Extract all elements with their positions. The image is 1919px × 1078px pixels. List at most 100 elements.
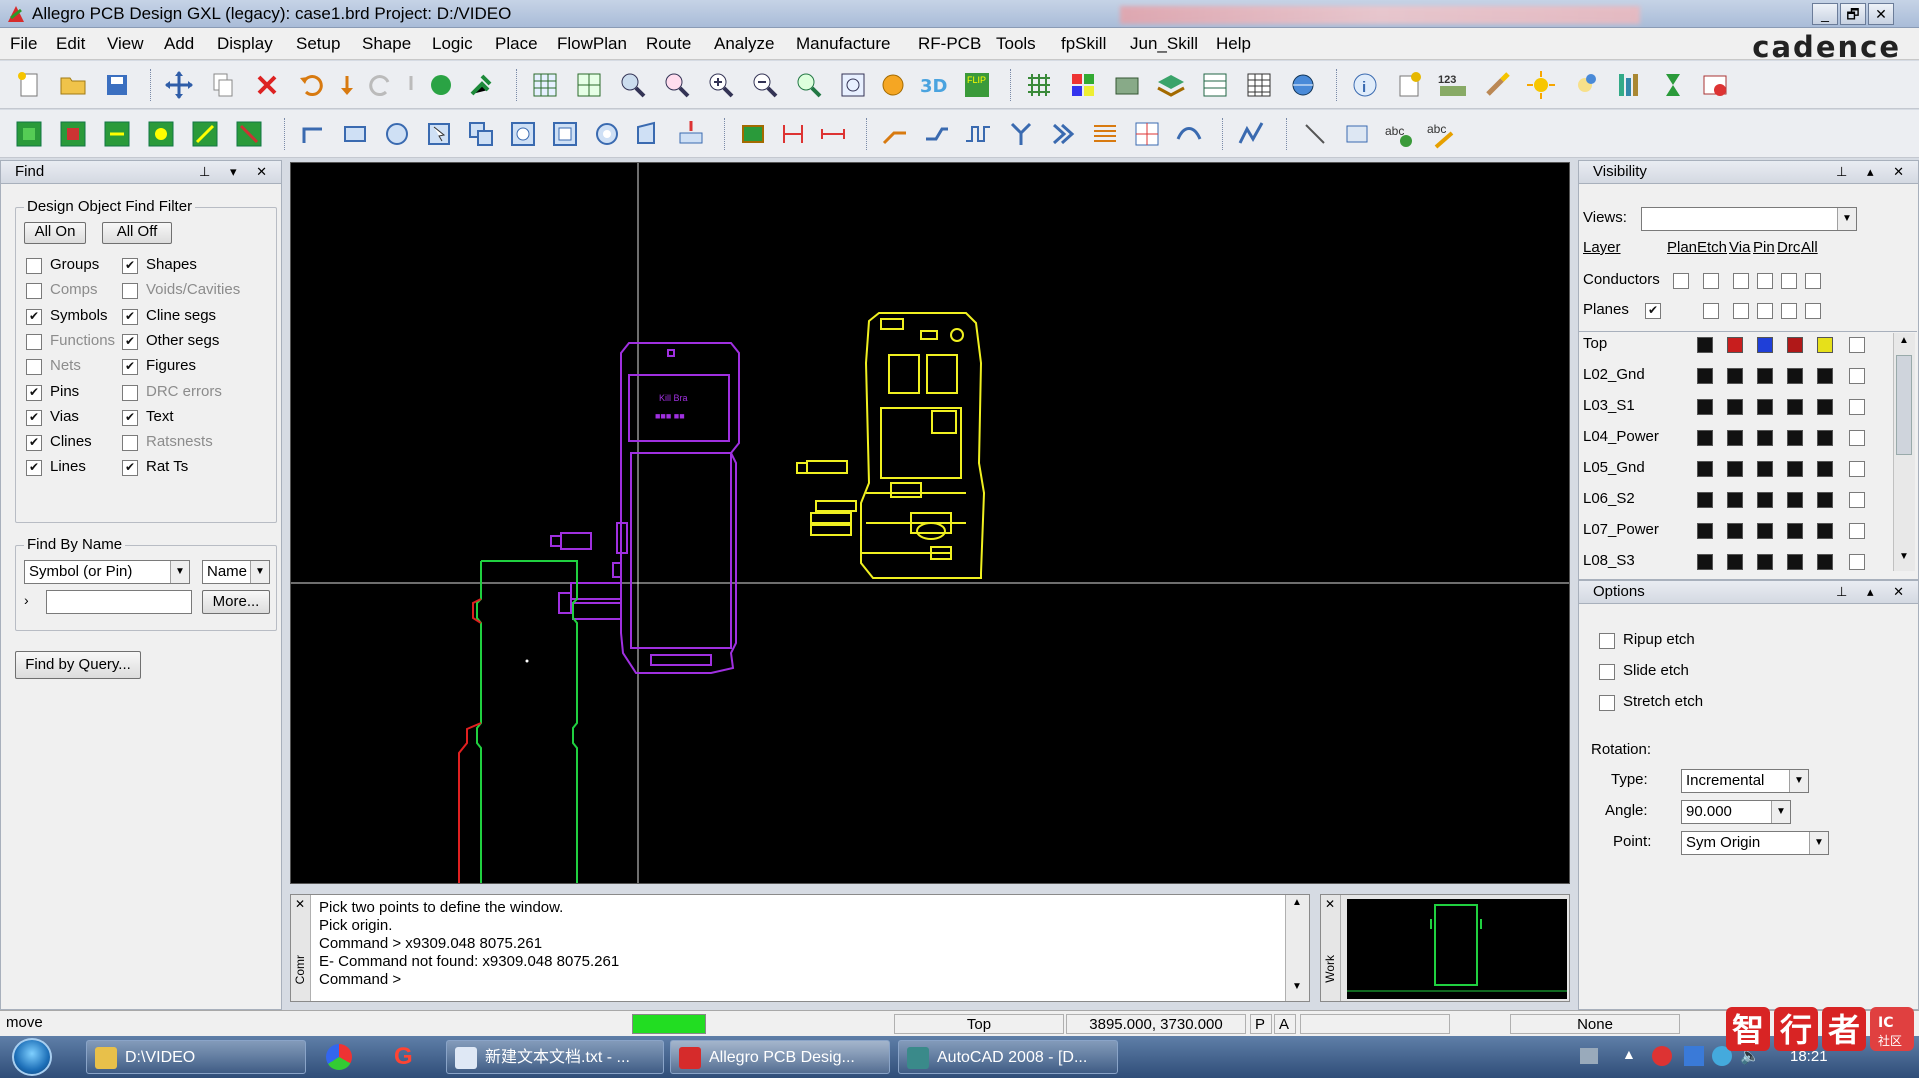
layer-all-checkbox[interactable] [1849, 554, 1865, 570]
shadow-icon[interactable] [1110, 68, 1144, 102]
start-button[interactable] [12, 1038, 52, 1076]
visibility-column-pin[interactable]: Pin [1753, 239, 1775, 256]
manual-void-icon[interactable] [674, 117, 708, 151]
route-grid-icon[interactable] [1130, 117, 1164, 151]
command-console[interactable]: ✕ Comr Pick two points to define the win… [290, 894, 1310, 1002]
slide-icon[interactable] [920, 117, 954, 151]
visibility-column-layer[interactable]: Layer [1583, 239, 1621, 256]
layer-color-swatch[interactable] [1817, 337, 1833, 353]
board-outline-purple[interactable]: Kill Bra ■■■ ■■ [550, 342, 740, 674]
scroll-thumb[interactable] [1896, 355, 1912, 455]
add-circle-icon[interactable] [380, 117, 414, 151]
layer-color-swatch[interactable] [1727, 368, 1743, 384]
grid-toggle-icon[interactable] [1022, 68, 1056, 102]
layer-color-swatch[interactable] [1697, 399, 1713, 415]
layer-color-swatch[interactable] [1697, 430, 1713, 446]
layer-color-swatch[interactable] [1727, 492, 1743, 508]
grid-icon[interactable] [528, 68, 562, 102]
minimize-button[interactable]: _ [1812, 3, 1838, 25]
pin-icon[interactable] [464, 68, 498, 102]
planes-checkbox-2[interactable] [1733, 303, 1749, 319]
layer-top-icon[interactable] [12, 117, 46, 151]
globe-icon[interactable] [1286, 68, 1320, 102]
tray-app-icon[interactable] [1652, 1046, 1672, 1066]
conductors-checkbox-5[interactable] [1805, 273, 1821, 289]
layer-color-swatch[interactable] [1817, 554, 1833, 570]
board-outline-yellow[interactable] [796, 312, 986, 579]
slide-etch-checkbox[interactable] [1599, 664, 1615, 680]
layer-color-swatch[interactable] [1817, 430, 1833, 446]
visibility-column-plan[interactable]: Plan [1667, 239, 1697, 256]
move-icon[interactable] [162, 68, 196, 102]
menu-help[interactable]: Help [1216, 34, 1251, 54]
menu-flowplan[interactable]: FlowPlan [557, 34, 627, 54]
filter-checkbox-text[interactable] [122, 409, 138, 426]
zoom-previous-icon[interactable] [792, 68, 826, 102]
planes-checkbox-4[interactable] [1781, 303, 1797, 319]
menu-analyze[interactable]: Analyze [714, 34, 774, 54]
layer-color-swatch[interactable] [1817, 461, 1833, 477]
menu-place[interactable]: Place [495, 34, 538, 54]
more-button[interactable]: More... [202, 590, 270, 614]
layer-color-swatch[interactable] [1697, 461, 1713, 477]
auto-route-icon[interactable] [1046, 117, 1080, 151]
layer-color-swatch[interactable] [1697, 523, 1713, 539]
visibility-column-via[interactable]: Via [1729, 239, 1750, 256]
filter-checkbox-clines[interactable] [26, 435, 42, 452]
layer-color-swatch[interactable] [1757, 399, 1773, 415]
scroll-up-icon[interactable]: ▲ [1896, 335, 1912, 351]
planes-checkbox-5[interactable] [1805, 303, 1821, 319]
filter-checkbox-cline-segs[interactable] [122, 308, 138, 325]
layer-color-swatch[interactable] [1817, 399, 1833, 415]
panel-controls[interactable]: ⊥ ▾ ✕ [199, 161, 275, 183]
layer-all-checkbox[interactable] [1849, 337, 1865, 353]
layer-place-icon[interactable] [232, 117, 266, 151]
close-icon[interactable]: ✕ [1325, 897, 1335, 911]
command-prompt[interactable]: Command > [319, 971, 401, 988]
planes-checkbox-0[interactable] [1645, 303, 1661, 319]
all-off-button[interactable]: All Off [102, 222, 172, 244]
save-icon[interactable] [100, 68, 134, 102]
all-on-button[interactable]: All On [24, 222, 86, 244]
filter-checkbox-shapes[interactable] [122, 258, 138, 274]
task-allegro[interactable]: Allegro PCB Desig... [670, 1040, 890, 1074]
layer-bottom-icon[interactable] [56, 117, 90, 151]
redo-icon[interactable] [364, 68, 398, 102]
find-name-select[interactable]: Name ▼ [202, 560, 270, 584]
spreadsheet-icon[interactable] [1242, 68, 1276, 102]
close-icon[interactable]: ✕ [295, 897, 305, 911]
layer-color-swatch[interactable] [1727, 461, 1743, 477]
edit-boundary-icon[interactable] [632, 117, 666, 151]
layer-scrollbar[interactable]: ▲ ▼ [1893, 333, 1915, 571]
select-shape-icon[interactable] [422, 117, 456, 151]
numbering-icon[interactable]: 123 [1436, 68, 1470, 102]
add-line-icon[interactable] [296, 117, 330, 151]
layer-all-checkbox[interactable] [1849, 523, 1865, 539]
layer-color-swatch[interactable] [1787, 337, 1803, 353]
layer-all-checkbox[interactable] [1849, 430, 1865, 446]
layer-color-swatch[interactable] [1787, 399, 1803, 415]
layer-all-checkbox[interactable] [1849, 399, 1865, 415]
fanout-icon[interactable] [1004, 117, 1038, 151]
filter-checkbox-figures[interactable] [122, 359, 138, 376]
open-folder-icon[interactable] [56, 68, 90, 102]
task-notepad[interactable]: 新建文本文档.txt - ... [446, 1040, 664, 1074]
task-explorer[interactable]: D:\VIDEO [86, 1040, 306, 1074]
layer-color-swatch[interactable] [1697, 554, 1713, 570]
angle-select[interactable]: 90.000 ▼ [1681, 800, 1791, 824]
menu-edit[interactable]: Edit [56, 34, 85, 54]
keyboard-icon[interactable] [1580, 1048, 1598, 1064]
add-diag-line-icon[interactable] [1298, 117, 1332, 151]
layer-color-swatch[interactable] [1727, 554, 1743, 570]
menu-view[interactable]: View [107, 34, 144, 54]
menu-jun-skill[interactable]: Jun_Skill [1130, 34, 1198, 54]
menu-manufacture[interactable]: Manufacture [796, 34, 891, 54]
menu-file[interactable]: File [10, 34, 37, 54]
dimension-linear-icon[interactable] [816, 117, 850, 151]
delete-icon[interactable] [250, 68, 284, 102]
undo-icon[interactable] [294, 68, 328, 102]
layer-color-swatch[interactable] [1787, 461, 1803, 477]
planes-checkbox-1[interactable] [1703, 303, 1719, 319]
void-circle-icon[interactable] [506, 117, 540, 151]
shape-icon[interactable] [424, 68, 458, 102]
